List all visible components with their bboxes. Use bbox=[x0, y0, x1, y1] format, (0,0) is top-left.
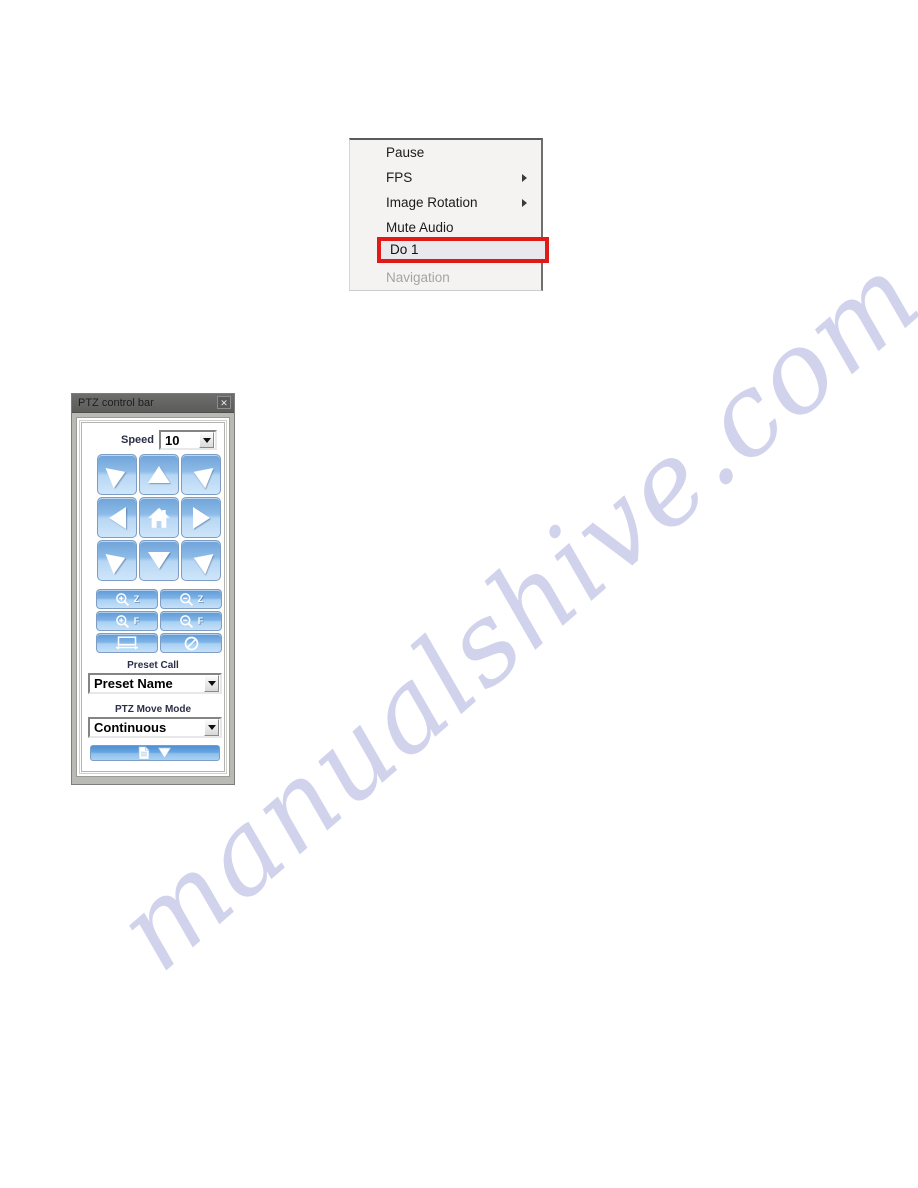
arrow-right-icon bbox=[192, 506, 210, 529]
ptz-move-mode-dropdown[interactable]: Continuous bbox=[88, 717, 222, 738]
auto-pan-button[interactable] bbox=[96, 633, 158, 653]
zoom-in-button[interactable]: Z bbox=[96, 589, 158, 609]
speed-row: Speed 10 bbox=[82, 430, 224, 450]
ptz-function-buttons[interactable]: Z Z F F bbox=[95, 588, 223, 654]
menu-item-fps[interactable]: FPS bbox=[350, 165, 541, 190]
menu-item-pause[interactable]: Pause bbox=[350, 140, 541, 165]
menu-item-label: FPS bbox=[386, 170, 413, 185]
focus-near-button[interactable]: F bbox=[96, 611, 158, 631]
chevron-right-icon bbox=[522, 173, 527, 182]
pan-right-button[interactable] bbox=[181, 497, 221, 538]
zoom-in-icon bbox=[115, 592, 129, 606]
pan-down-right-button[interactable] bbox=[181, 540, 221, 581]
pan-down-left-button[interactable] bbox=[97, 540, 137, 581]
menu-item-navigation: Navigation bbox=[350, 265, 541, 290]
pan-up-right-button[interactable] bbox=[181, 454, 221, 495]
chevron-right-icon bbox=[522, 198, 527, 207]
menu-item-label: Image Rotation bbox=[386, 195, 478, 210]
zoom-out-icon bbox=[179, 592, 193, 606]
pan-left-button[interactable] bbox=[97, 497, 137, 538]
chevron-down-icon bbox=[207, 681, 216, 686]
video-context-menu[interactable]: Pause FPS Image Rotation Mute Audio Navi… bbox=[349, 138, 549, 291]
menu-item-label: Pause bbox=[386, 145, 425, 160]
stop-button[interactable] bbox=[160, 633, 222, 653]
focus-near-letter: F bbox=[133, 616, 140, 626]
close-icon[interactable]: ✕ bbox=[217, 396, 231, 409]
arrow-up-right-icon bbox=[188, 461, 214, 488]
zoom-out-letter: Z bbox=[197, 594, 204, 604]
menu-item-label: Mute Audio bbox=[386, 220, 454, 235]
pan-down-button[interactable] bbox=[139, 540, 179, 581]
focus-near-icon bbox=[115, 614, 129, 628]
document-icon bbox=[138, 746, 150, 760]
ptz-panel-title: PTZ control bar bbox=[78, 397, 154, 409]
menu-item-image-rotation[interactable]: Image Rotation bbox=[350, 190, 541, 215]
ptz-title-bar[interactable]: PTZ control bar ✕ bbox=[72, 394, 234, 413]
arrow-down-left-icon bbox=[104, 547, 130, 574]
zoom-in-letter: Z bbox=[133, 594, 140, 604]
stop-icon bbox=[184, 636, 198, 650]
preset-call-label: Preset Call bbox=[127, 660, 179, 671]
pan-up-left-button[interactable] bbox=[97, 454, 137, 495]
arrow-down-right-icon bbox=[188, 547, 214, 574]
ptz-direction-pad[interactable] bbox=[96, 453, 222, 582]
arrow-down-icon bbox=[148, 552, 170, 569]
preset-call-value: Preset Name bbox=[94, 676, 173, 691]
dropdown-button[interactable] bbox=[199, 432, 214, 448]
pan-up-button[interactable] bbox=[139, 454, 179, 495]
preset-call-dropdown[interactable]: Preset Name bbox=[88, 673, 222, 694]
chevron-down-icon bbox=[207, 725, 216, 730]
arrow-left-icon bbox=[108, 506, 126, 529]
dropdown-button[interactable] bbox=[204, 719, 219, 736]
speed-dropdown[interactable]: 10 bbox=[159, 430, 217, 450]
arrow-up-left-icon bbox=[104, 461, 130, 488]
menu-item-label: Navigation bbox=[386, 270, 450, 285]
triangle-down-icon bbox=[157, 747, 172, 759]
ptz-move-mode-label: PTZ Move Mode bbox=[114, 704, 192, 715]
zoom-out-button[interactable]: Z bbox=[160, 589, 222, 609]
ptz-panel-body: Speed 10 Z Z F F Preset Call Preset Name… bbox=[76, 417, 230, 777]
speed-label: Speed bbox=[120, 434, 154, 446]
focus-far-button[interactable]: F bbox=[160, 611, 222, 631]
focus-far-icon bbox=[179, 614, 193, 628]
preset-save-button[interactable] bbox=[90, 745, 220, 761]
dropdown-button[interactable] bbox=[204, 675, 219, 692]
chevron-down-icon bbox=[202, 437, 211, 443]
ptz-panel-inner: Speed 10 Z Z F F Preset Call Preset Name… bbox=[81, 422, 225, 772]
arrow-up-icon bbox=[148, 466, 170, 483]
do1-highlight-box: Do 1 bbox=[377, 237, 549, 263]
ptz-control-bar-panel[interactable]: PTZ control bar ✕ Speed 10 Z Z F F Prese… bbox=[71, 393, 235, 785]
ptz-move-mode-value: Continuous bbox=[94, 720, 167, 735]
speed-value: 10 bbox=[165, 432, 180, 448]
focus-far-letter: F bbox=[197, 616, 204, 626]
home-icon bbox=[147, 507, 171, 528]
home-button[interactable] bbox=[139, 497, 179, 538]
auto-pan-icon bbox=[116, 636, 138, 650]
menu-item-label: Do 1 bbox=[390, 242, 419, 257]
menu-item-do1[interactable]: Do 1 bbox=[381, 241, 545, 259]
